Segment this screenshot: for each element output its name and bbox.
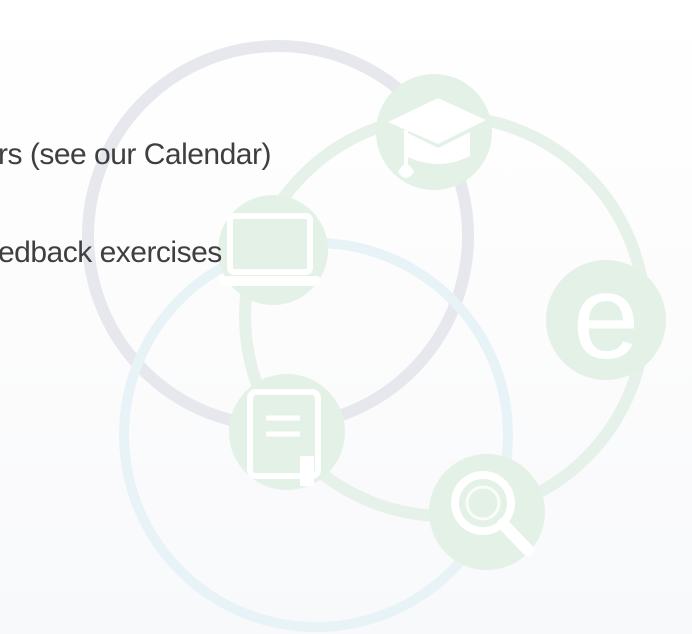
slide-canvas: e rs (see our Calendar) edback exercises xyxy=(0,0,692,634)
magnifier-icon xyxy=(429,454,545,570)
document-icon xyxy=(229,374,345,490)
e-letter-icon: e xyxy=(546,250,666,384)
bullet-text-2: edback exercises xyxy=(0,236,222,269)
laptop-icon xyxy=(218,195,328,305)
graduation-cap-icon xyxy=(376,74,492,190)
e-letter: e xyxy=(573,250,640,384)
background-ring-graphic: e xyxy=(82,40,666,632)
bullet-text-1: rs (see our Calendar) xyxy=(0,138,271,171)
